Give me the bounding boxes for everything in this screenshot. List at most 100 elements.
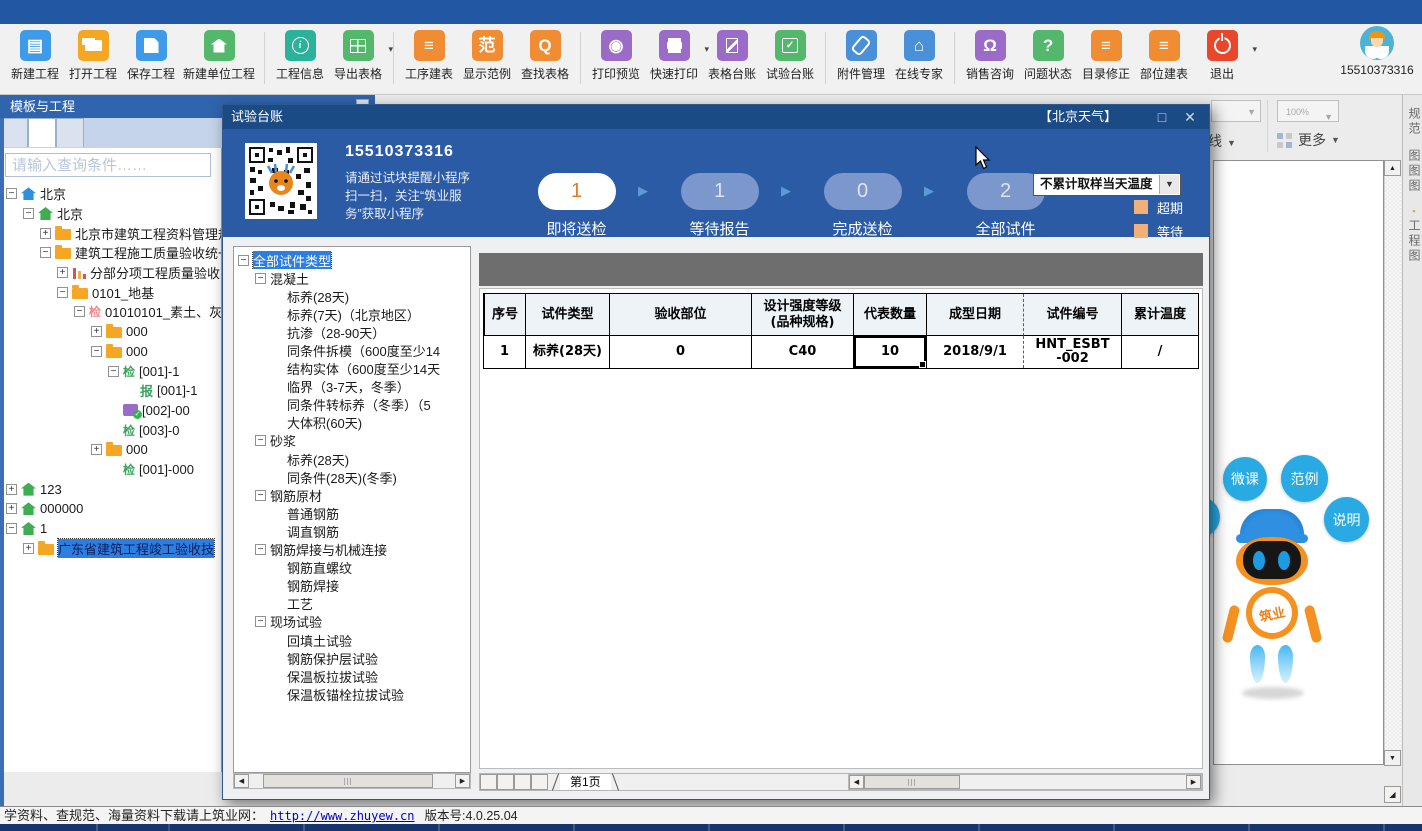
tree-item[interactable]: + 000000 bbox=[2, 499, 221, 519]
tree-expander-icon[interactable]: − bbox=[238, 255, 249, 266]
tree-expander-icon[interactable]: + bbox=[91, 326, 102, 337]
tree-item[interactable]: 同条件转标养（冬季）（5 bbox=[234, 396, 470, 414]
line-tool-button[interactable]: 线▼ bbox=[1208, 131, 1236, 151]
tree-item[interactable]: − 检 [001]-1 bbox=[2, 361, 221, 381]
pager-nav-icon[interactable] bbox=[497, 774, 514, 790]
toolbar-button[interactable]: ▤ ▾ 新建工程 bbox=[9, 30, 61, 82]
tree-item[interactable]: − 全部试件类型 bbox=[234, 251, 470, 269]
table-header-cell[interactable]: 序号 bbox=[484, 294, 525, 336]
toolbar-button[interactable]: Q ▾ 查找表格 bbox=[519, 30, 571, 82]
menu-item[interactable] bbox=[194, 0, 224, 24]
toolbar-button[interactable]: ▾ 工程信息 bbox=[274, 30, 326, 82]
tree-item[interactable]: − 北京 bbox=[2, 204, 221, 224]
table-cell[interactable]: 2018/9/1 bbox=[926, 336, 1023, 368]
table-header-cell[interactable]: 试件类型 bbox=[525, 294, 609, 336]
tree-expander-icon[interactable]: − bbox=[255, 490, 266, 501]
scroll-up-icon[interactable]: ▲ bbox=[1384, 160, 1401, 176]
dialog-titlebar[interactable]: 试验台账 【北京天气】 □ ✕ bbox=[223, 105, 1209, 129]
tree-item[interactable]: − 1 bbox=[2, 519, 221, 539]
tree-expander-icon[interactable]: + bbox=[23, 543, 34, 554]
close-icon[interactable]: ✕ bbox=[1179, 105, 1201, 129]
tree-expander-icon[interactable]: − bbox=[23, 208, 34, 219]
status-step[interactable]: ▶ 1 即将送检 bbox=[505, 173, 648, 239]
scroll-right-icon[interactable]: ▶ bbox=[455, 774, 470, 788]
toolbar-button[interactable]: ⌂ ▾ 在线专家 bbox=[893, 30, 945, 82]
status-step[interactable]: ▶ 0 完成送检 bbox=[791, 173, 934, 239]
tree-expander-icon[interactable]: − bbox=[57, 287, 68, 298]
tree-item[interactable]: − 北京 bbox=[2, 184, 221, 204]
toolbar-button[interactable]: Ω ▾ 销售咨询 bbox=[964, 30, 1016, 82]
toolbar-button[interactable]: ▾ 导出表格 bbox=[332, 30, 384, 82]
page-tab[interactable]: 第1页 bbox=[560, 774, 611, 790]
left-panel-tab[interactable] bbox=[0, 118, 28, 147]
toolbar-button[interactable]: ▾ 试验台账 bbox=[764, 30, 816, 82]
toolbar-button[interactable]: ▾ 快速打印 bbox=[648, 30, 700, 82]
tree-item[interactable]: 保温板拉拔试验 bbox=[234, 667, 470, 685]
dialog-tree-hscrollbar[interactable]: ◀ ▶ bbox=[233, 773, 471, 789]
tree-item[interactable]: 调直钢筋 bbox=[234, 522, 470, 540]
tree-item[interactable]: [002]-00 bbox=[2, 401, 221, 421]
more-button[interactable]: 更多▼ bbox=[1277, 130, 1340, 150]
toolbar-button[interactable]: ≡ ▾ 工序建表 bbox=[403, 30, 455, 82]
table-cell[interactable]: C40 bbox=[751, 336, 853, 368]
tree-expander-icon[interactable]: − bbox=[91, 346, 102, 357]
chevron-down-icon[interactable]: ▼ bbox=[1159, 175, 1179, 194]
tree-expander-icon[interactable]: − bbox=[40, 247, 51, 258]
tree-item[interactable]: 钢筋直螺纹 bbox=[234, 559, 470, 577]
tree-item[interactable]: 抗渗（28-90天） bbox=[234, 323, 470, 341]
tree-item[interactable]: 钢筋焊接 bbox=[234, 577, 470, 595]
os-taskbar[interactable] bbox=[0, 824, 1422, 831]
floating-help-button[interactable]: 说明 bbox=[1324, 497, 1369, 542]
toolbar-button[interactable]: ▾ 保存工程 bbox=[125, 30, 177, 82]
user-avatar-icon[interactable] bbox=[1360, 26, 1394, 60]
tree-expander-icon[interactable]: − bbox=[255, 544, 266, 555]
resize-corner-button[interactable]: ◢ bbox=[1384, 786, 1401, 803]
floating-help-button[interactable]: 微课 bbox=[1223, 457, 1267, 501]
tree-item[interactable]: − 钢筋焊接与机械连接 bbox=[234, 541, 470, 559]
tree-item[interactable]: 保温板锚栓拉拔试验 bbox=[234, 685, 470, 703]
tree-item[interactable]: + 分部分项工程质量验收 bbox=[2, 263, 221, 283]
table-header-cell[interactable]: 验收部位 bbox=[609, 294, 751, 336]
toolbar-button[interactable]: ? ▾ 问题状态 bbox=[1022, 30, 1074, 82]
toolbar-button[interactable]: ▾ 附件管理 bbox=[835, 30, 887, 82]
tree-item[interactable]: 工艺 bbox=[234, 595, 470, 613]
tree-item[interactable]: 标养(28天) bbox=[234, 450, 470, 468]
tree-expander-icon[interactable]: + bbox=[57, 267, 68, 278]
tree-item[interactable]: 报 [001]-1 bbox=[2, 381, 221, 401]
table-cell[interactable]: 1 bbox=[484, 336, 525, 368]
left-panel-tab[interactable] bbox=[56, 118, 84, 147]
table-header-cell[interactable]: 设计强度等级 (品种规格) bbox=[751, 294, 853, 336]
toolbar-button[interactable]: ≡ ▾ 目录修正 bbox=[1080, 30, 1132, 82]
tree-item[interactable]: 检 [001]-000 bbox=[2, 460, 221, 480]
pager-nav-icon[interactable] bbox=[531, 774, 548, 790]
toolbar-button[interactable]: 范 ▾ 显示范例 bbox=[461, 30, 513, 82]
floating-help-button[interactable]: 范例 bbox=[1281, 455, 1328, 502]
scroll-thumb[interactable] bbox=[263, 774, 433, 788]
toolbar-button[interactable]: ▾ 打开工程 bbox=[67, 30, 119, 82]
tree-expander-icon[interactable]: − bbox=[6, 523, 17, 534]
tree-item[interactable]: + 000 bbox=[2, 440, 221, 460]
tree-expander-icon[interactable]: − bbox=[74, 306, 85, 317]
scroll-track[interactable] bbox=[1384, 176, 1401, 750]
tree-item[interactable]: + 广东省建筑工程竣工验收技 bbox=[2, 538, 221, 558]
tree-item[interactable]: − 砂浆 bbox=[234, 432, 470, 450]
table-header-cell[interactable]: 成型日期 bbox=[926, 294, 1023, 336]
scroll-down-icon[interactable]: ▼ bbox=[1384, 750, 1401, 766]
mascot-robot[interactable]: 筑业 bbox=[1226, 505, 1318, 700]
scroll-right-icon[interactable]: ▶ bbox=[1186, 775, 1201, 789]
tree-expander-icon[interactable]: − bbox=[255, 616, 266, 627]
form-vscrollbar[interactable]: ▲ ▼ bbox=[1384, 160, 1401, 782]
tree-item[interactable]: − 混凝土 bbox=[234, 269, 470, 287]
vertical-tab[interactable]: ▪工程图 bbox=[1406, 206, 1422, 264]
tree-item[interactable]: − 000 bbox=[2, 342, 221, 362]
tree-expander-icon[interactable]: − bbox=[255, 273, 266, 284]
tree-expander-icon[interactable]: + bbox=[6, 484, 17, 495]
tree-item[interactable]: 同条件拆模（600度至少14 bbox=[234, 341, 470, 359]
tree-item[interactable]: + 123 bbox=[2, 479, 221, 499]
tree-item[interactable]: − 检 01010101_素土、灰 bbox=[2, 302, 221, 322]
tree-expander-icon[interactable]: + bbox=[6, 503, 17, 514]
scroll-thumb[interactable] bbox=[864, 775, 960, 789]
tree-item[interactable]: 标养(28天) bbox=[234, 287, 470, 305]
table-header-cell[interactable]: 累计温度 bbox=[1121, 294, 1198, 336]
table-header-cell[interactable]: 试件编号 bbox=[1023, 294, 1121, 336]
